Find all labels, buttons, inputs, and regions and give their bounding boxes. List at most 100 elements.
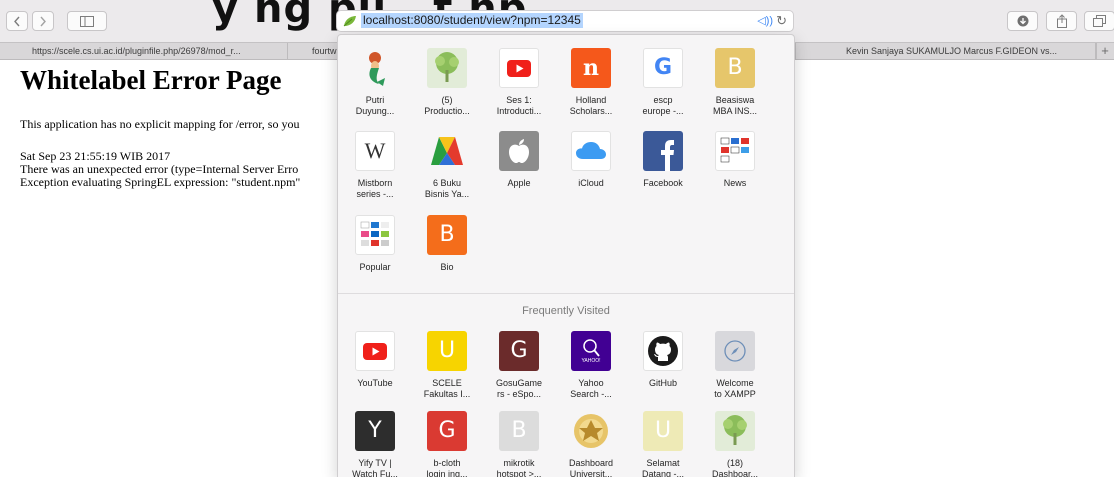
tile-label-line2: europe -... [642, 106, 684, 116]
b-cloth-letter: G [438, 418, 456, 443]
favorite-apple[interactable]: Apple [484, 131, 554, 189]
sidebar-icon [80, 15, 94, 27]
favorite-facebook[interactable]: Facebook [628, 131, 698, 189]
google-letter: G [653, 55, 673, 80]
error-timestamp: Sat Sep 23 21:55:19 WIB 2017 [20, 149, 171, 163]
tile-label-line1: 6 Buku [432, 178, 462, 188]
b-cloth-icon: G [427, 411, 467, 451]
tile-label-line2: Scholars... [569, 106, 613, 116]
tile-label-line2: Fakultas I... [423, 389, 471, 399]
tile-label-line2: Watch Fu... [352, 469, 398, 477]
frequent-xampp[interactable]: Welcome to XAMPP [700, 331, 770, 400]
tile-label-line1: Yify TV | [358, 458, 392, 468]
share-icon [1056, 14, 1067, 28]
magnifier-icon [583, 339, 600, 357]
favorite-productio[interactable]: (5) Productio... [412, 48, 482, 117]
tile-label-line2: Dashboar... [711, 469, 759, 477]
frequent-github[interactable]: GitHub [628, 331, 698, 389]
chevron-left-icon [14, 16, 20, 26]
favorite-news[interactable]: News [700, 131, 770, 189]
back-button[interactable] [6, 11, 28, 31]
download-icon [1017, 15, 1028, 27]
frequent-dashboard-universitas[interactable]: Dashboard Universit... [556, 411, 626, 477]
favorite-mistborn[interactable]: W Mistborn series -... [340, 131, 410, 200]
favorite-escp-europe[interactable]: G escp europe -... [628, 48, 698, 117]
frequent-b-cloth[interactable]: G b-cloth login ing... [412, 411, 482, 477]
mermaid-icon [355, 48, 395, 88]
frequent-scele[interactable]: U SCELE Fakultas I... [412, 331, 482, 400]
frequent-dashboard-18[interactable]: (18) Dashboar... [700, 411, 770, 477]
tile-label-line1: Welcome [716, 378, 754, 388]
frequent-yify-tv[interactable]: Y Yify TV | Watch Fu... [340, 411, 410, 477]
tab-kevin-sanjaya[interactable]: Kevin Sanjaya SUKAMULJO Marcus F.GIDEON … [795, 43, 1097, 60]
holland-letter: n [583, 55, 599, 81]
tile-label-line2: Search -... [570, 389, 612, 399]
yahoo-search-icon: YAHOO! [571, 331, 611, 371]
tile-label-line1: Apple [507, 178, 531, 188]
favorite-ses-1[interactable]: Ses 1: Introducti... [484, 48, 554, 117]
yify-letter: Y [368, 418, 382, 443]
tile-label-line1: Popular [359, 262, 391, 272]
downloads-button[interactable] [1007, 11, 1038, 31]
reload-icon[interactable]: ↻ [776, 14, 787, 28]
error-type: There was an unexpected error (type=Inte… [20, 162, 299, 176]
youtube-icon [499, 48, 539, 88]
favorite-popular[interactable]: Popular [340, 215, 410, 273]
favorite-icloud[interactable]: iCloud [556, 131, 626, 189]
frequent-youtube[interactable]: YouTube [340, 331, 410, 389]
popular-folder-icon [355, 215, 395, 255]
tile-label-line1: Mistborn [357, 178, 393, 188]
address-bar[interactable]: localhost:8080/student/view?npm=12345 ◁)… [336, 10, 794, 32]
news-icon [715, 131, 755, 171]
tab-scele[interactable]: https://scele.cs.ui.ac.id/pluginfile.php… [26, 43, 288, 60]
google-icon: G [643, 48, 683, 88]
yify-icon: Y [355, 411, 395, 451]
speaker-icon[interactable]: ◁)) [757, 14, 773, 28]
tree-icon [427, 48, 467, 88]
tile-label-line1: Holland [575, 95, 607, 105]
frequent-yahoo[interactable]: YAHOO! Yahoo Search -... [556, 331, 626, 400]
chevron-right-icon [40, 16, 46, 26]
forward-button[interactable] [32, 11, 54, 31]
scele-icon: U [427, 331, 467, 371]
frequent-gosugamers[interactable]: G GosuGame rs - eSpo... [484, 331, 554, 400]
leaf-icon [343, 16, 356, 27]
beasiswa-icon: B [715, 48, 755, 88]
tile-label-line2: Datang -... [641, 469, 685, 477]
tabs-overview-button[interactable] [1084, 11, 1114, 31]
favorite-holland-scholars[interactable]: n Holland Scholars... [556, 48, 626, 117]
compass-icon [715, 331, 755, 371]
beasiswa-letter: B [727, 55, 743, 80]
error-message: This application has no explicit mapping… [20, 117, 300, 131]
tile-label-line2: Productio... [424, 106, 470, 116]
scele-letter: U [438, 338, 456, 363]
tabs-icon [1093, 15, 1106, 27]
wikipedia-icon: W [355, 131, 395, 171]
frequent-mikrotik[interactable]: B mikrotik hotspot >... [484, 411, 554, 477]
gosu-icon: G [499, 331, 539, 371]
new-tab-button[interactable]: + [1095, 43, 1114, 60]
favorite-6-buku[interactable]: 6 Buku Bisnis Ya... [412, 131, 482, 200]
page-title: Whitelabel Error Page [20, 65, 282, 95]
github-icon [643, 331, 683, 371]
wikipedia-letter: W [364, 138, 386, 163]
tab-fourtw[interactable]: fourtw [288, 43, 338, 60]
favorite-beasiswa[interactable]: B Beasiswa MBA INS... [700, 48, 770, 117]
gosu-letter: G [510, 338, 528, 363]
error-exception: Exception evaluating SpringEL expression… [20, 175, 301, 189]
url-text[interactable]: localhost:8080/student/view?npm=12345 [361, 13, 583, 28]
selamat-icon: U [643, 411, 683, 451]
favorites-dropdown: Putri Duyung... (5) Productio... Ses 1: Int… [337, 34, 795, 477]
tile-label-line1: Facebook [643, 178, 683, 188]
tile-label-line2: MBA INS... [712, 106, 757, 116]
bio-icon: B [427, 215, 467, 255]
bio-letter: B [439, 222, 455, 247]
tile-label-line1: GitHub [648, 378, 677, 388]
favorite-putri-duyung[interactable]: Putri Duyung... [340, 48, 410, 117]
sidebar-button[interactable] [67, 11, 107, 31]
tile-label-line1: (18) [726, 458, 743, 468]
share-button[interactable] [1046, 11, 1077, 31]
frequent-selamat-datang[interactable]: U Selamat Datang -... [628, 411, 698, 477]
favorite-bio[interactable]: B Bio [412, 215, 482, 273]
tile-label-line1: News [723, 178, 747, 188]
